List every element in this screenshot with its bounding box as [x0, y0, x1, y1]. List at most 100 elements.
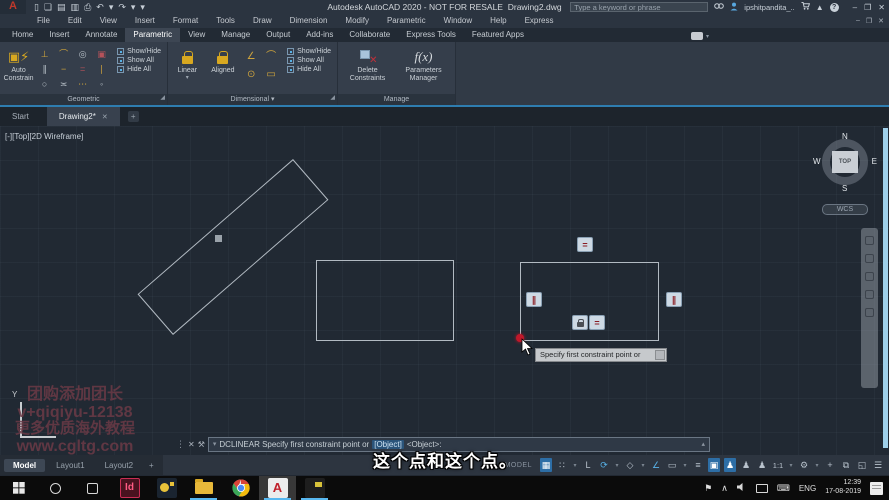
- menu-item[interactable]: View: [91, 14, 126, 28]
- menu-item[interactable]: Window: [435, 14, 481, 28]
- menu-item[interactable]: Parametric: [378, 14, 435, 28]
- panel-launcher-icon[interactable]: ◢: [330, 93, 335, 104]
- isolate-objects-icon[interactable]: ⧉: [840, 458, 852, 472]
- constraint-display-button[interactable]: Show All: [117, 57, 161, 64]
- layout-tab[interactable]: Layout1: [47, 459, 93, 472]
- showmotion-icon[interactable]: [865, 308, 874, 317]
- navigation-bar[interactable]: [861, 228, 878, 388]
- autocad-taskbar-button[interactable]: A: [259, 476, 296, 500]
- menu-item[interactable]: Help: [481, 14, 515, 28]
- aligned-constraint-button[interactable]: Aligned: [205, 44, 242, 94]
- concentric-constraint-icon[interactable]: ◎: [73, 47, 92, 62]
- autocad-app-menu-button[interactable]: A: [0, 0, 26, 14]
- customization-menu-icon[interactable]: ☰: [872, 458, 884, 472]
- connect-caret-icon[interactable]: ▾: [706, 33, 709, 40]
- smooth-constraint-icon[interactable]: ○: [35, 77, 54, 92]
- new-drawing-tab-button[interactable]: +: [128, 111, 139, 122]
- doc-close-button[interactable]: ✕: [878, 17, 884, 25]
- doc-minimize-button[interactable]: –: [856, 17, 860, 25]
- isometric-drafting-icon[interactable]: ◇: [624, 458, 636, 472]
- layout-tab[interactable]: Layout2: [96, 459, 142, 472]
- scale-caret-icon[interactable]: ▾: [788, 458, 794, 472]
- command-close-icon[interactable]: ✕: [188, 440, 195, 449]
- plot-icon[interactable]: ⎙: [84, 0, 91, 14]
- task-view-button[interactable]: [74, 476, 111, 500]
- viewcube-west[interactable]: W: [813, 157, 821, 166]
- osnap-tracking-icon[interactable]: ∠: [650, 458, 662, 472]
- chrome-button[interactable]: [222, 476, 259, 500]
- restore-button[interactable]: ❐: [864, 3, 871, 12]
- ribbon-tab[interactable]: Add-ins: [298, 28, 341, 42]
- menu-item[interactable]: Insert: [126, 14, 164, 28]
- auto-constrain-button[interactable]: ▣⚡ Auto Constrain: [2, 44, 35, 94]
- parallel-constraint-badge-right[interactable]: ∥: [666, 292, 682, 307]
- parameters-manager-button[interactable]: f(x) Parameters Manager: [398, 44, 450, 94]
- ribbon-tab[interactable]: Annotate: [77, 28, 125, 42]
- diameter-dimension-icon[interactable]: ⊙: [241, 66, 261, 84]
- iso-caret-icon[interactable]: ▾: [640, 458, 646, 472]
- viewport-controls[interactable]: [-][Top][2D Wireframe]: [5, 132, 83, 141]
- connect-video-icon[interactable]: [691, 32, 703, 40]
- search-input[interactable]: [570, 2, 708, 12]
- workspace-gear-icon[interactable]: ⚙: [798, 458, 810, 472]
- linear-constraint-button[interactable]: Linear ▾: [170, 44, 205, 94]
- ribbon-tab[interactable]: Insert: [41, 28, 77, 42]
- view-cube[interactable]: TOP N S W E: [817, 134, 873, 190]
- convert-dimension-icon[interactable]: ▭: [261, 66, 281, 84]
- viewcube-top-face[interactable]: TOP: [832, 151, 858, 173]
- show-hidden-icons-chevron[interactable]: ∧: [721, 483, 728, 494]
- annotation-visibility-icon[interactable]: ♟: [724, 458, 736, 472]
- recent-commands-icon[interactable]: ▾: [213, 440, 217, 448]
- command-grip-icon[interactable]: ⋮: [176, 439, 185, 450]
- pan-icon[interactable]: [865, 254, 874, 263]
- keyshot-button[interactable]: [296, 476, 333, 500]
- wcs-indicator[interactable]: WCS: [822, 204, 868, 215]
- save-icon[interactable]: ▤: [57, 0, 66, 14]
- annotation-autoscale-icon[interactable]: ♟: [740, 458, 752, 472]
- user-icon[interactable]: [730, 2, 738, 13]
- notification-icon[interactable]: [870, 482, 883, 495]
- parallel-constraint-badge-left[interactable]: ∥: [526, 292, 542, 307]
- layout-tab[interactable]: Model: [4, 459, 45, 472]
- dim-display-button[interactable]: Hide All: [287, 66, 331, 73]
- coincident-constraint-icon[interactable]: ◦: [92, 77, 111, 92]
- close-button[interactable]: ✕: [878, 3, 885, 12]
- undo-caret-icon[interactable]: ▾: [109, 0, 114, 14]
- language-indicator[interactable]: ENG: [799, 484, 816, 493]
- ribbon-tab[interactable]: Featured Apps: [464, 28, 532, 42]
- clean-screen-icon[interactable]: ◱: [856, 458, 868, 472]
- ribbon-tab[interactable]: Collaborate: [341, 28, 398, 42]
- tab-close-icon[interactable]: ✕: [102, 113, 108, 121]
- command-scroll-icon[interactable]: ▴: [701, 440, 705, 448]
- autodesk-logo-icon[interactable]: ▲: [816, 3, 824, 12]
- panel-launcher-icon[interactable]: ◢: [160, 93, 165, 104]
- save-as-icon[interactable]: ▥: [71, 0, 80, 14]
- model-space-canvas[interactable]: [-][Top][2D Wireframe] TOP N S W E WCS =…: [0, 126, 889, 455]
- equal-constraint-badge[interactable]: =: [577, 237, 593, 252]
- qat-caret-icon[interactable]: ▾: [140, 0, 145, 14]
- taskbar-clock[interactable]: 12:39 17-08-2019: [825, 479, 861, 497]
- ribbon-tab[interactable]: Express Tools: [398, 28, 464, 42]
- new-layout-button[interactable]: +: [144, 461, 159, 470]
- equal-constraint-icon[interactable]: =: [73, 62, 92, 77]
- keyboard-icon[interactable]: ⌨: [777, 483, 790, 494]
- open-file-icon[interactable]: ❏: [44, 0, 52, 14]
- ribbon-tab[interactable]: Output: [258, 28, 298, 42]
- constraint-display-button[interactable]: Hide All: [117, 66, 161, 73]
- dimensional-panel-label[interactable]: Dimensional ▾ ◢: [168, 94, 337, 105]
- rotated-rectangle[interactable]: [138, 159, 329, 335]
- full-navigation-wheel-icon[interactable]: [865, 236, 874, 245]
- start-button[interactable]: [0, 476, 37, 500]
- search-icon[interactable]: [714, 2, 724, 12]
- menu-item[interactable]: Express: [516, 14, 563, 28]
- menu-item[interactable]: Modify: [336, 14, 378, 28]
- gear-caret-icon[interactable]: ▾: [814, 458, 820, 472]
- ribbon-tab[interactable]: Manage: [213, 28, 258, 42]
- document-tab[interactable]: Drawing2*✕: [47, 107, 120, 126]
- crosshair-icon[interactable]: +: [824, 458, 836, 472]
- annotation-scale-icon[interactable]: ♟: [756, 458, 768, 472]
- radius-dimension-icon[interactable]: ⌒: [261, 48, 281, 66]
- menu-item[interactable]: Draw: [244, 14, 281, 28]
- geometric-panel-label[interactable]: Geometric ◢: [0, 94, 167, 105]
- ribbon-tab[interactable]: View: [180, 28, 213, 42]
